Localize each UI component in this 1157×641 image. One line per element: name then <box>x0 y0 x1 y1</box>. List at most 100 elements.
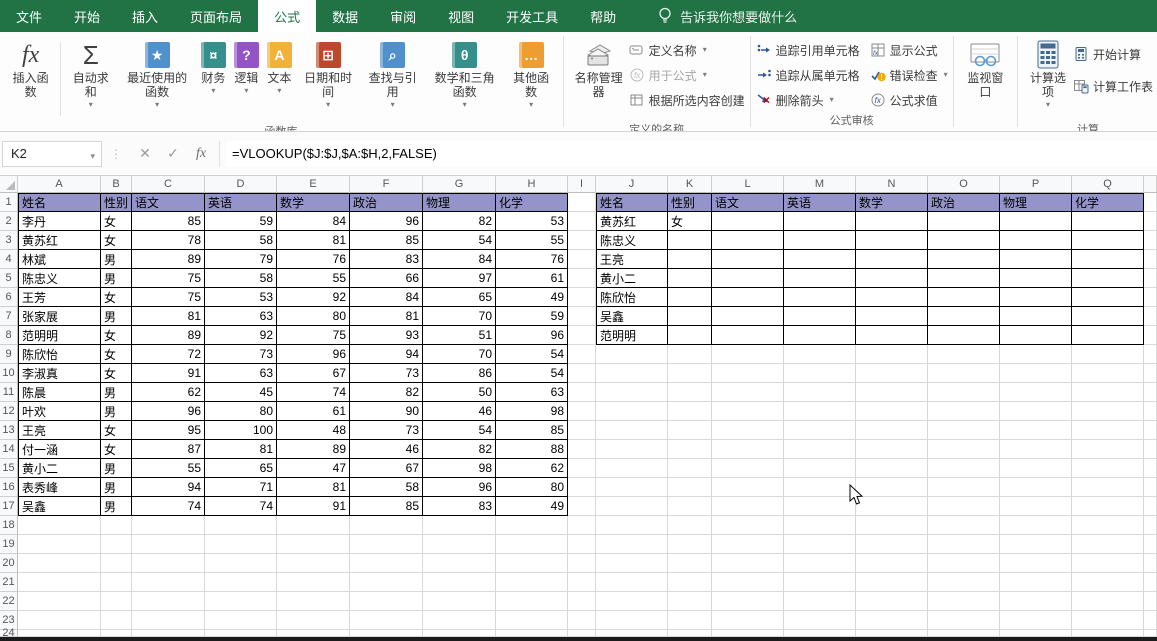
cell-A17[interactable]: 吴鑫 <box>18 497 101 516</box>
cell-H18[interactable] <box>496 516 568 535</box>
logical-button[interactable]: ? 逻辑 ▾ <box>230 36 263 120</box>
cell-D2[interactable]: 59 <box>205 212 277 231</box>
cell-H12[interactable]: 98 <box>496 402 568 421</box>
cell-E16[interactable]: 81 <box>277 478 350 497</box>
cell-L10[interactable] <box>712 364 784 383</box>
cell-I23[interactable] <box>568 611 596 630</box>
cell-H14[interactable]: 88 <box>496 440 568 459</box>
cell-D6[interactable]: 53 <box>205 288 277 307</box>
cell-J2[interactable]: 黄苏红 <box>596 212 668 231</box>
cell-C4[interactable]: 89 <box>132 250 205 269</box>
cell-N7[interactable] <box>856 307 928 326</box>
cell-M21[interactable] <box>784 573 856 592</box>
cell-P11[interactable] <box>1000 383 1072 402</box>
cell-H15[interactable]: 62 <box>496 459 568 478</box>
row-header-19[interactable]: 19 <box>0 535 18 554</box>
cell-E13[interactable]: 48 <box>277 421 350 440</box>
cell-B23[interactable] <box>101 611 132 630</box>
row-header-21[interactable]: 21 <box>0 573 18 592</box>
cell-I8[interactable] <box>568 326 596 345</box>
cell-K12[interactable] <box>668 402 712 421</box>
cell-O22[interactable] <box>928 592 1000 611</box>
cell-O1[interactable]: 政治 <box>928 193 1000 212</box>
cell-M12[interactable] <box>784 402 856 421</box>
cell-F13[interactable]: 73 <box>350 421 423 440</box>
cell-I6[interactable] <box>568 288 596 307</box>
cell-L23[interactable] <box>712 611 784 630</box>
cell-J10[interactable] <box>596 364 668 383</box>
cell-J24[interactable] <box>596 630 668 637</box>
cell-H11[interactable]: 63 <box>496 383 568 402</box>
cell-K17[interactable] <box>668 497 712 516</box>
cell-N15[interactable] <box>856 459 928 478</box>
cell-O24[interactable] <box>928 630 1000 637</box>
cell-P13[interactable] <box>1000 421 1072 440</box>
cell-C23[interactable] <box>132 611 205 630</box>
cell-J14[interactable] <box>596 440 668 459</box>
tab-page-layout[interactable]: 页面布局 <box>174 0 258 32</box>
cell-L1[interactable]: 语文 <box>712 193 784 212</box>
cell-G10[interactable]: 86 <box>423 364 496 383</box>
cell-B8[interactable]: 女 <box>101 326 132 345</box>
cell-L16[interactable] <box>712 478 784 497</box>
cell-L3[interactable] <box>712 231 784 250</box>
cell-F15[interactable]: 67 <box>350 459 423 478</box>
cell-K16[interactable] <box>668 478 712 497</box>
cell-K8[interactable] <box>668 326 712 345</box>
cell-C24[interactable] <box>132 630 205 637</box>
row-header-12[interactable]: 12 <box>0 402 18 421</box>
cell-N22[interactable] <box>856 592 928 611</box>
cell-P17[interactable] <box>1000 497 1072 516</box>
cell-E4[interactable]: 76 <box>277 250 350 269</box>
cell-M24[interactable] <box>784 630 856 637</box>
tab-insert[interactable]: 插入 <box>116 0 174 32</box>
name-manager-button[interactable]: 名称管理器 <box>569 36 629 120</box>
cell-G24[interactable] <box>423 630 496 637</box>
cell-P19[interactable] <box>1000 535 1072 554</box>
cell-I2[interactable] <box>568 212 596 231</box>
calculate-sheet-button[interactable]: 计算工作表 <box>1073 76 1153 96</box>
cell-L5[interactable] <box>712 269 784 288</box>
cell-E21[interactable] <box>277 573 350 592</box>
cell-J20[interactable] <box>596 554 668 573</box>
cell-Q22[interactable] <box>1072 592 1144 611</box>
cell-A8[interactable]: 范明明 <box>18 326 101 345</box>
cell-D14[interactable]: 81 <box>205 440 277 459</box>
cell-K4[interactable] <box>668 250 712 269</box>
cell-C7[interactable]: 81 <box>132 307 205 326</box>
cell-K3[interactable] <box>668 231 712 250</box>
cell-P21[interactable] <box>1000 573 1072 592</box>
cell-C17[interactable]: 74 <box>132 497 205 516</box>
cell-D24[interactable] <box>205 630 277 637</box>
cell-P5[interactable] <box>1000 269 1072 288</box>
cell-A9[interactable]: 陈欣怡 <box>18 345 101 364</box>
cell-x19[interactable] <box>1144 535 1157 554</box>
cell-x17[interactable] <box>1144 497 1157 516</box>
tab-help[interactable]: 帮助 <box>574 0 632 32</box>
formula-input[interactable]: =VLOOKUP($J:$J,$A:$H,2,FALSE) <box>226 141 1157 167</box>
cell-H1[interactable]: 化学 <box>496 193 568 212</box>
cell-E3[interactable]: 81 <box>277 231 350 250</box>
cell-F6[interactable]: 84 <box>350 288 423 307</box>
cell-D8[interactable]: 92 <box>205 326 277 345</box>
cell-Q6[interactable] <box>1072 288 1144 307</box>
cell-L13[interactable] <box>712 421 784 440</box>
cell-A3[interactable]: 黄苏红 <box>18 231 101 250</box>
cell-x9[interactable] <box>1144 345 1157 364</box>
cell-J1[interactable]: 姓名 <box>596 193 668 212</box>
cell-O6[interactable] <box>928 288 1000 307</box>
cell-P4[interactable] <box>1000 250 1072 269</box>
cell-F1[interactable]: 政治 <box>350 193 423 212</box>
cell-G16[interactable]: 96 <box>423 478 496 497</box>
cell-A2[interactable]: 李丹 <box>18 212 101 231</box>
cell-B11[interactable]: 男 <box>101 383 132 402</box>
cell-N9[interactable] <box>856 345 928 364</box>
cell-B20[interactable] <box>101 554 132 573</box>
cell-Q15[interactable] <box>1072 459 1144 478</box>
cell-G5[interactable]: 97 <box>423 269 496 288</box>
insert-function-button[interactable]: fx 插入函数 <box>4 36 57 120</box>
cell-A19[interactable] <box>18 535 101 554</box>
cell-M2[interactable] <box>784 212 856 231</box>
cell-P9[interactable] <box>1000 345 1072 364</box>
create-from-selection-button[interactable]: 根据所选内容创建 <box>629 90 745 110</box>
